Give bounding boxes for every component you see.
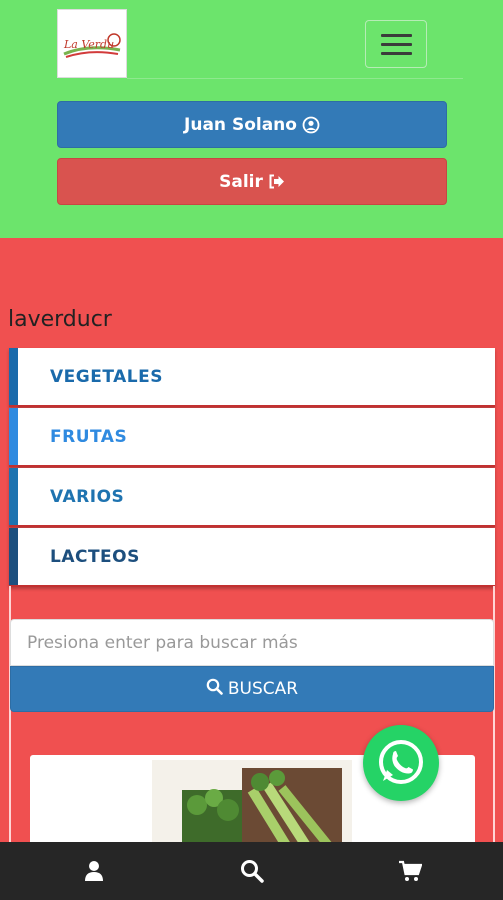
category-accent-bar [9, 408, 18, 465]
category-accent-bar [9, 348, 18, 405]
menu-toggle-button[interactable] [365, 20, 427, 68]
whatsapp-icon [379, 740, 423, 784]
category-accent-bar [9, 468, 18, 525]
user-name: Juan Solano [184, 114, 297, 135]
search-input[interactable] [10, 619, 494, 666]
category-item-varios[interactable]: VARIOS [9, 468, 495, 527]
navbar-divider [127, 78, 463, 79]
logout-label: Salir [219, 171, 263, 192]
category-label: VARIOS [50, 487, 125, 507]
category-item-lacteos[interactable]: LACTEOS [9, 528, 495, 587]
category-label: FRUTAS [50, 427, 128, 447]
user-circle-icon [302, 116, 320, 134]
category-accent-bar [9, 528, 18, 585]
sign-out-icon [268, 174, 285, 189]
category-label: VEGETALES [50, 367, 163, 387]
category-list: VEGETALES FRUTAS VARIOS LACTEOS [9, 348, 495, 588]
top-navbar: La Verdu Juan Solano Salir [0, 0, 503, 238]
hamburger-line [381, 34, 412, 37]
search-icon [206, 678, 223, 700]
nav-user-icon[interactable] [64, 842, 124, 900]
nav-cart-icon[interactable] [380, 842, 440, 900]
svg-text:La Verdu: La Verdu [63, 38, 114, 51]
hamburger-line [381, 52, 412, 55]
whatsapp-button[interactable] [363, 725, 439, 801]
category-item-frutas[interactable]: FRUTAS [9, 408, 495, 467]
logout-button[interactable]: Salir [57, 158, 447, 205]
hamburger-line [381, 43, 412, 46]
category-item-vegetales[interactable]: VEGETALES [9, 348, 495, 407]
category-label: LACTEOS [50, 547, 140, 567]
nav-search-icon[interactable] [222, 842, 282, 900]
search-button[interactable]: BUSCAR [10, 666, 494, 712]
brand-logo[interactable]: La Verdu [57, 9, 127, 78]
search-button-label: BUSCAR [227, 679, 299, 699]
section-title: laverducr [8, 307, 112, 332]
product-image [152, 760, 352, 858]
bottom-navigation [0, 842, 503, 900]
user-profile-button[interactable]: Juan Solano [57, 101, 447, 148]
